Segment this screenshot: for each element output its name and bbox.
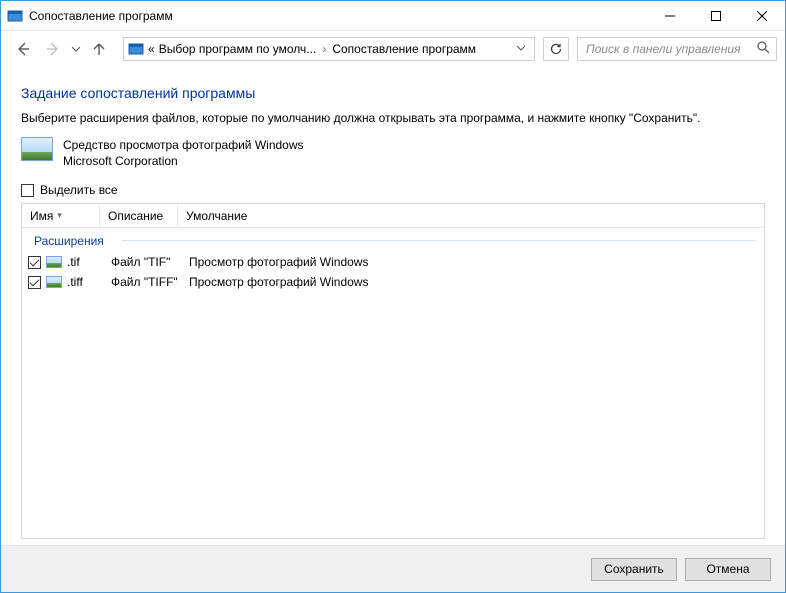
app-icon: [7, 8, 23, 24]
close-button[interactable]: [739, 1, 785, 30]
window-controls: [647, 1, 785, 30]
refresh-button[interactable]: [543, 37, 569, 61]
row-default: Просмотр фотографий Windows: [189, 255, 764, 269]
address-dropdown[interactable]: [512, 42, 530, 56]
breadcrumb-prefix: «: [148, 42, 155, 56]
select-all-checkbox[interactable]: Выделить все: [21, 183, 765, 197]
row-ext: .tif: [67, 255, 111, 269]
app-publisher: Microsoft Corporation: [63, 153, 304, 169]
minimize-button[interactable]: [647, 1, 693, 30]
extensions-list: Имя ▾ Описание Умолчание Расширения .tif…: [21, 203, 765, 539]
breadcrumb-current[interactable]: Сопоставление программ: [332, 42, 476, 56]
nav-forward-button[interactable]: [39, 35, 67, 63]
nav-up-button[interactable]: [85, 35, 113, 63]
maximize-button[interactable]: [693, 1, 739, 30]
row-desc: Файл "TIFF": [111, 275, 189, 289]
selected-app: Средство просмотра фотографий Windows Mi…: [21, 137, 765, 169]
photo-viewer-icon: [21, 137, 53, 161]
content: Задание сопоставлений программы Выберите…: [1, 67, 785, 545]
column-name-label: Имя: [30, 209, 53, 223]
control-panel-icon: [128, 41, 144, 57]
page-description: Выберите расширения файлов, которые по у…: [21, 111, 765, 125]
footer: Сохранить Отмена: [1, 546, 785, 592]
row-ext: .tiff: [67, 275, 111, 289]
group-extensions[interactable]: Расширения: [22, 228, 764, 252]
address-bar[interactable]: « Выбор программ по умолч... › Сопоставл…: [123, 37, 535, 61]
window: Сопоставление программ: [0, 0, 786, 593]
column-default[interactable]: Умолчание: [178, 204, 764, 227]
row-checkbox[interactable]: [28, 276, 41, 289]
column-description[interactable]: Описание: [100, 204, 178, 227]
column-name[interactable]: Имя ▾: [22, 204, 100, 227]
column-default-label: Умолчание: [186, 209, 247, 223]
titlebar: Сопоставление программ: [1, 1, 785, 31]
search-icon[interactable]: [757, 41, 770, 57]
list-header: Имя ▾ Описание Умолчание: [22, 204, 764, 228]
checkbox-icon: [21, 184, 34, 197]
app-name: Средство просмотра фотографий Windows: [63, 137, 304, 153]
page-title: Задание сопоставлений программы: [21, 85, 765, 101]
window-title: Сопоставление программ: [29, 9, 647, 23]
chevron-right-icon[interactable]: ›: [320, 42, 328, 56]
rows-container: .tifФайл "TIF"Просмотр фотографий Window…: [22, 252, 764, 292]
save-button[interactable]: Сохранить: [591, 558, 677, 581]
table-row[interactable]: .tiffФайл "TIFF"Просмотр фотографий Wind…: [22, 272, 764, 292]
image-file-icon: [46, 256, 62, 268]
navbar: « Выбор программ по умолч... › Сопоставл…: [1, 31, 785, 67]
row-default: Просмотр фотографий Windows: [189, 275, 764, 289]
nav-back-button[interactable]: [9, 35, 37, 63]
column-description-label: Описание: [108, 209, 163, 223]
cancel-button[interactable]: Отмена: [685, 558, 771, 581]
row-checkbox[interactable]: [28, 256, 41, 269]
image-file-icon: [46, 276, 62, 288]
select-all-label: Выделить все: [40, 183, 118, 197]
nav-recent-dropdown[interactable]: [69, 35, 83, 63]
sort-indicator-icon: ▾: [57, 210, 62, 221]
table-row[interactable]: .tifФайл "TIF"Просмотр фотографий Window…: [22, 252, 764, 272]
row-desc: Файл "TIF": [111, 255, 189, 269]
breadcrumb-parent[interactable]: Выбор программ по умолч...: [159, 42, 317, 56]
search-box[interactable]: [577, 37, 777, 61]
search-input[interactable]: [584, 41, 753, 57]
